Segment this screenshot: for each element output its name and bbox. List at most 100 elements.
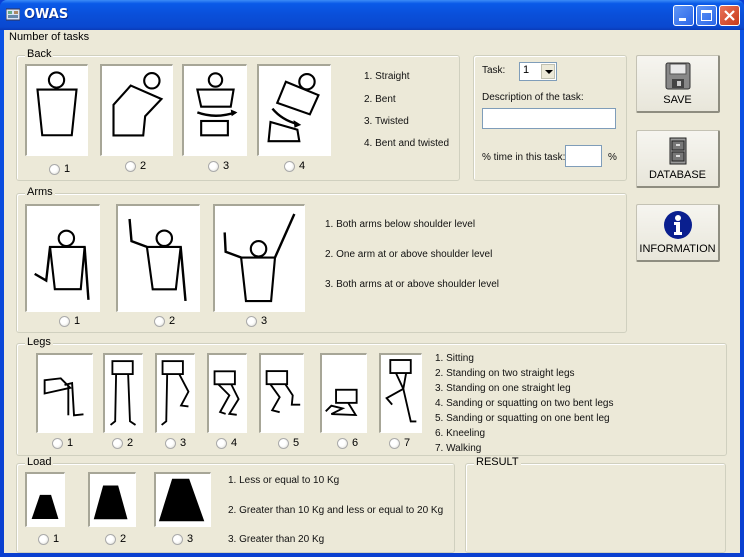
radio-label: 6	[352, 437, 359, 449]
maximize-button[interactable]	[696, 5, 717, 26]
result-value	[472, 474, 719, 546]
time-label: % time in this task:	[482, 152, 566, 163]
task-select[interactable]: 1	[519, 62, 557, 81]
arms-radio-2[interactable]: 2	[154, 315, 175, 327]
back-radio-4[interactable]: 4	[284, 160, 305, 172]
close-icon	[724, 10, 735, 21]
radio-circle[interactable]	[125, 160, 136, 172]
load-radio-1[interactable]: 1	[38, 533, 59, 545]
back-option-3-image[interactable]	[182, 64, 247, 156]
information-button[interactable]: INFORMATION	[636, 204, 720, 262]
information-label: INFORMATION	[639, 243, 716, 255]
radio-circle[interactable]	[208, 160, 219, 172]
legs-one-straight-icon	[161, 360, 190, 426]
radio-circle[interactable]	[172, 533, 183, 545]
arms-one-above-shoulder-icon	[128, 218, 187, 302]
radio-circle[interactable]	[59, 315, 70, 327]
arms-description-3: 3. Both arms at or above shoulder level	[325, 279, 499, 290]
arms-legend: Arms	[25, 186, 55, 198]
legs-description-1: 1. Sitting	[435, 353, 474, 364]
back-option-1-image[interactable]	[25, 64, 88, 156]
load-description-3: 3. Greater than 20 Kg	[228, 534, 325, 545]
load-group: Load 1 2 3 1. Less or equal to 10 Kg 2. …	[16, 456, 455, 553]
legs-option-1-image[interactable]	[36, 353, 93, 433]
legs-radio-4[interactable]: 4	[216, 437, 237, 449]
result-group: RESULT	[465, 456, 726, 553]
radio-label: 2	[140, 160, 147, 172]
description-label: Description of the task:	[482, 92, 584, 103]
back-radio-3[interactable]: 3	[208, 160, 229, 172]
save-label: SAVE	[663, 94, 692, 106]
weight-medium-icon	[93, 485, 128, 520]
legs-option-2-image[interactable]	[103, 353, 143, 433]
file-cabinet-icon	[669, 137, 686, 165]
legs-option-4-image[interactable]	[207, 353, 247, 433]
minimize-button[interactable]	[673, 5, 694, 26]
floppy-disk-icon	[665, 62, 690, 90]
arms-below-shoulder-icon	[34, 229, 90, 300]
back-option-2-image[interactable]	[100, 64, 173, 156]
result-legend: RESULT	[474, 456, 521, 468]
legs-legend: Legs	[25, 336, 53, 348]
radio-label: 3	[261, 315, 268, 327]
legs-option-3-image[interactable]	[155, 353, 195, 433]
radio-circle[interactable]	[284, 160, 295, 172]
radio-circle[interactable]	[105, 533, 116, 545]
legs-radio-5[interactable]: 5	[278, 437, 299, 449]
number-of-tasks-menu[interactable]: Number of tasks	[9, 31, 89, 43]
legs-option-5-image[interactable]	[259, 353, 304, 433]
back-radio-1[interactable]: 1	[49, 163, 70, 175]
legs-option-6-image[interactable]	[320, 353, 367, 433]
back-description-3: 3. Twisted	[364, 116, 409, 127]
radio-circle[interactable]	[49, 163, 60, 175]
database-button[interactable]: DATABASE	[636, 130, 720, 188]
radio-circle[interactable]	[246, 315, 257, 327]
back-bent-icon	[112, 72, 164, 137]
arms-group: Arms 1 2 3 1. Both arms below shoulder l…	[16, 186, 627, 333]
arms-both-above-shoulder-icon	[223, 213, 296, 303]
legs-option-7-image[interactable]	[379, 353, 422, 433]
radio-circle[interactable]	[112, 437, 123, 449]
arms-radio-3[interactable]: 3	[246, 315, 267, 327]
radio-circle[interactable]	[154, 315, 165, 327]
legs-group: Legs 1 2 3 4 5 6 7 1. Sitting 2. Standin…	[16, 336, 727, 456]
radio-label: 4	[231, 437, 238, 449]
legs-radio-3[interactable]: 3	[165, 437, 186, 449]
legs-one-bent-icon	[265, 370, 301, 414]
arms-option-3-image[interactable]	[213, 204, 305, 312]
load-option-3-image[interactable]	[154, 472, 211, 527]
description-input[interactable]	[482, 108, 616, 129]
arms-option-1-image[interactable]	[25, 204, 100, 312]
arms-option-2-image[interactable]	[116, 204, 200, 312]
radio-label: 2	[127, 437, 134, 449]
radio-circle[interactable]	[337, 437, 348, 449]
back-radio-2[interactable]: 2	[125, 160, 146, 172]
legs-description-5: 5. Sanding or squatting on one bent leg	[435, 413, 610, 424]
radio-label: 2	[120, 533, 127, 545]
legs-description-6: 6. Kneeling	[435, 428, 486, 439]
back-legend: Back	[25, 48, 54, 60]
load-radio-2[interactable]: 2	[105, 533, 126, 545]
arms-radio-1[interactable]: 1	[59, 315, 80, 327]
legs-radio-6[interactable]: 6	[337, 437, 358, 449]
back-description-2: 2. Bent	[364, 94, 396, 105]
time-percent-input[interactable]	[565, 145, 602, 167]
load-option-2-image[interactable]	[88, 472, 136, 527]
close-button[interactable]	[719, 5, 740, 26]
back-option-4-image[interactable]	[257, 64, 331, 156]
client-area: Number of tasks Back 1 2 3 4 1. Straight…	[4, 30, 740, 553]
radio-circle[interactable]	[216, 437, 227, 449]
legs-radio-2[interactable]: 2	[112, 437, 133, 449]
radio-circle[interactable]	[389, 437, 400, 449]
legs-radio-1[interactable]: 1	[52, 437, 73, 449]
title-bar[interactable]: OWAS	[0, 0, 744, 30]
legs-radio-7[interactable]: 7	[389, 437, 410, 449]
save-button[interactable]: SAVE	[636, 55, 720, 113]
load-option-1-image[interactable]	[25, 472, 65, 527]
load-radio-3[interactable]: 3	[172, 533, 193, 545]
radio-circle[interactable]	[278, 437, 289, 449]
radio-circle[interactable]	[38, 533, 49, 545]
radio-circle[interactable]	[165, 437, 176, 449]
radio-circle[interactable]	[52, 437, 63, 449]
chevron-down-icon[interactable]	[541, 64, 555, 79]
